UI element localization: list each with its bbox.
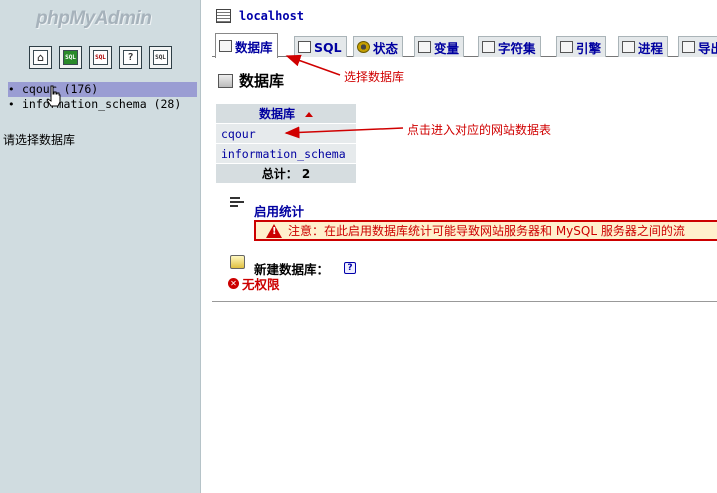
arrow-to-databases-tab xyxy=(285,54,341,76)
tab-label: 数据库 xyxy=(235,39,273,55)
arrow-to-cqour-row xyxy=(284,126,404,139)
tab-databases[interactable]: 数据库 xyxy=(215,33,278,58)
annotation-click-database: 点击进入对应的网站数据表 xyxy=(407,123,552,137)
databases-icon xyxy=(219,40,232,52)
annotation-select-database: 选择数据库 xyxy=(344,70,405,84)
